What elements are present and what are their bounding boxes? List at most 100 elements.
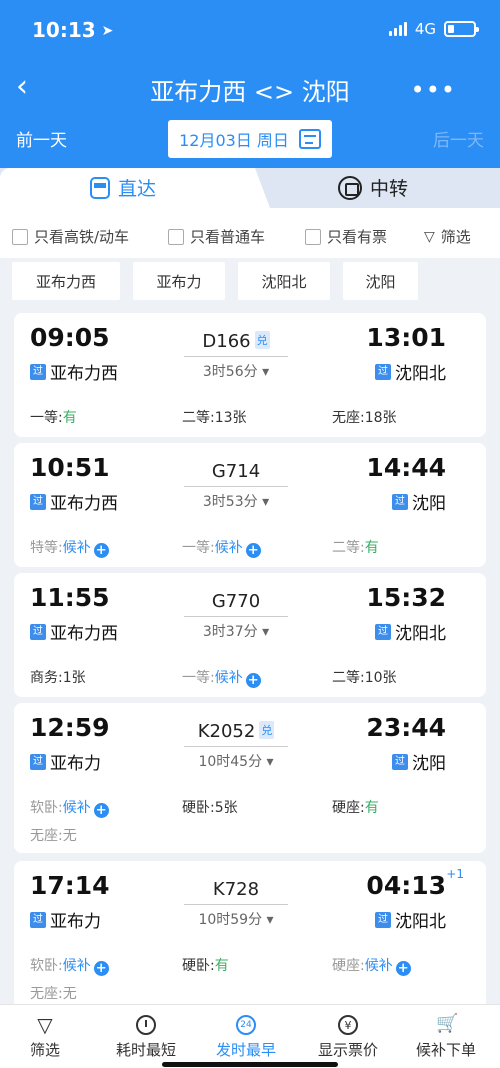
train-card[interactable]: 17:14 过亚布力 K728 10时59分 ▾ 04:13 +1 过沈阳北 软… — [14, 861, 486, 1011]
exchange-badge: 兑 — [259, 721, 275, 739]
train-card[interactable]: 10:51 过亚布力西 G714 3时53分 ▾ 14:44 过沈阳 特等:候补… — [14, 443, 486, 567]
chevron-down-icon: ▾ — [262, 494, 270, 510]
yen-icon: ¥ — [338, 1015, 358, 1035]
nav-show-price[interactable]: ¥ 显示票价 — [318, 1015, 378, 1060]
seat-info: 商务:1张 — [30, 670, 86, 686]
battery-icon — [444, 21, 479, 37]
checkbox-icon — [305, 228, 321, 245]
add-circle-icon: + — [93, 803, 109, 818]
departure-time: 11:55 — [30, 583, 110, 612]
seat-info: 二等:13张 — [182, 410, 247, 426]
duration[interactable]: 3时56分 ▾ — [174, 361, 298, 381]
departure-time: 17:14 — [30, 871, 110, 900]
seat-info[interactable]: 软卧:候补 + — [30, 955, 109, 976]
departure-station: 过亚布力西 — [30, 489, 118, 514]
train-card[interactable]: 09:05 过亚布力西 D166 兑 3时56分 ▾ 13:01 过沈阳北 一等:… — [14, 313, 486, 437]
high-speed-checkbox[interactable]: 只看高铁/动车 — [12, 226, 129, 247]
status-bar-right: 4G — [388, 20, 479, 38]
pass-badge: 过 — [392, 493, 408, 510]
arrival-station: 过沈阳北 — [375, 907, 446, 932]
location-arrow-icon: ➤ — [101, 23, 114, 39]
bottom-nav: ▽ 筛选 耗时最短 24 发时最早 ¥ 显示票价 🛒 候补下单 — [0, 1004, 500, 1068]
pass-badge: 过 — [375, 623, 391, 640]
pass-badge: 过 — [375, 363, 391, 380]
seat-info: 二等:有 — [332, 540, 379, 556]
transfer-icon — [338, 175, 362, 200]
station-chip[interactable]: 沈阳北 — [238, 262, 330, 300]
train-number: K2052 兑 — [184, 721, 288, 747]
date-label: 12月03日 周日 — [179, 131, 289, 150]
date-selector[interactable]: 12月03日 周日 — [168, 120, 332, 158]
prev-day-button[interactable]: 前一天 — [16, 126, 67, 151]
pass-badge: 过 — [30, 753, 46, 770]
seat-info[interactable]: 一等:候补 + — [182, 537, 261, 558]
seat-info: 无座:18张 — [332, 410, 397, 426]
duration[interactable]: 10时45分 ▾ — [174, 751, 298, 771]
seat-info: 硬卧:有 — [182, 958, 229, 974]
add-circle-icon: + — [245, 543, 261, 558]
chevron-down-icon: ▾ — [262, 624, 270, 640]
clock-icon — [136, 1015, 156, 1035]
arrival-station: 过沈阳 — [392, 749, 446, 774]
exchange-badge: 兑 — [254, 331, 270, 349]
seat-info[interactable]: 硬座:候补 + — [332, 955, 411, 976]
pass-badge: 过 — [30, 363, 46, 380]
tab-direct[interactable]: 直达 — [90, 174, 156, 201]
chevron-down-icon: ▾ — [266, 912, 274, 928]
duration[interactable]: 3时37分 ▾ — [174, 621, 298, 641]
nav-earliest-departure[interactable]: 24 发时最早 — [216, 1015, 276, 1060]
station-chip[interactable]: 亚布力 — [133, 262, 225, 300]
train-card[interactable]: 12:59 过亚布力 K2052 兑 10时45分 ▾ 23:44 过沈阳 软卧:… — [14, 703, 486, 853]
arrival-time: 13:01 — [366, 323, 446, 352]
cart-icon: 🛒 — [436, 1013, 459, 1034]
seat-info: 一等:有 — [30, 410, 77, 426]
nav-waitlist-order[interactable]: 🛒 候补下单 — [416, 1015, 476, 1060]
train-number: G770 — [184, 591, 288, 617]
duration[interactable]: 10时59分 ▾ — [174, 909, 298, 929]
network-label: 4G — [414, 20, 436, 38]
seat-info[interactable]: 软卧:候补 + — [30, 797, 109, 818]
nav-shortest-duration[interactable]: 耗时最短 — [116, 1015, 176, 1060]
filter-button[interactable]: ▽ 筛选 — [424, 226, 471, 247]
train-number: G714 — [184, 461, 288, 487]
arrival-station: 过沈阳 — [392, 489, 446, 514]
train-card[interactable]: 11:55 过亚布力西 G770 3时37分 ▾ 15:32 过沈阳北 商务:1… — [14, 573, 486, 697]
seat-info[interactable]: 特等:候补 + — [30, 537, 109, 558]
arrival-time: 23:44 — [366, 713, 446, 742]
duration[interactable]: 3时53分 ▾ — [174, 491, 298, 511]
filter-bar: 只看高铁/动车 只看普通车 只看有票 ▽ 筛选 — [0, 208, 500, 258]
arrival-station: 过沈阳北 — [375, 619, 446, 644]
normal-train-checkbox[interactable]: 只看普通车 — [168, 226, 265, 247]
add-circle-icon: + — [245, 673, 261, 688]
station-chip[interactable]: 沈阳 — [343, 262, 418, 300]
tab-transfer[interactable]: 中转 — [338, 174, 408, 201]
nav-filter[interactable]: ▽ 筛选 — [30, 1015, 60, 1060]
next-day-button[interactable]: 后一天 — [433, 126, 484, 151]
next-day-marker: +1 — [446, 867, 464, 881]
checkbox-icon — [12, 228, 28, 245]
arrival-time: 14:44 — [366, 453, 446, 482]
departure-station: 过亚布力 — [30, 749, 101, 774]
has-ticket-checkbox[interactable]: 只看有票 — [305, 226, 387, 247]
more-icon[interactable]: ••• — [411, 76, 456, 104]
departure-time: 12:59 — [30, 713, 110, 742]
seat-info: 二等:10张 — [332, 670, 397, 686]
header: 10:13 ➤ 4G ‹ 亚布力西 <> 沈阳 ••• 前一天 12月03日 周日… — [0, 0, 500, 172]
funnel-icon: ▽ — [424, 228, 435, 245]
status-time: 10:13 ➤ — [32, 18, 114, 42]
pass-badge: 过 — [30, 493, 46, 510]
seat-info: 无座:无 — [30, 828, 77, 844]
chevron-down-icon: ▾ — [262, 364, 270, 380]
departure-time: 09:05 — [30, 323, 110, 352]
add-circle-icon: + — [93, 543, 109, 558]
seat-info: 硬座:有 — [332, 800, 379, 816]
pass-badge: 过 — [375, 911, 391, 928]
pass-badge: 过 — [30, 623, 46, 640]
signal-icon — [388, 22, 407, 36]
station-chip[interactable]: 亚布力西 — [12, 262, 120, 300]
departure-time: 10:51 — [30, 453, 110, 482]
departure-station: 过亚布力 — [30, 907, 101, 932]
train-number: D166 兑 — [184, 331, 288, 357]
checkbox-icon — [168, 228, 184, 245]
seat-info[interactable]: 一等:候补 + — [182, 667, 261, 688]
